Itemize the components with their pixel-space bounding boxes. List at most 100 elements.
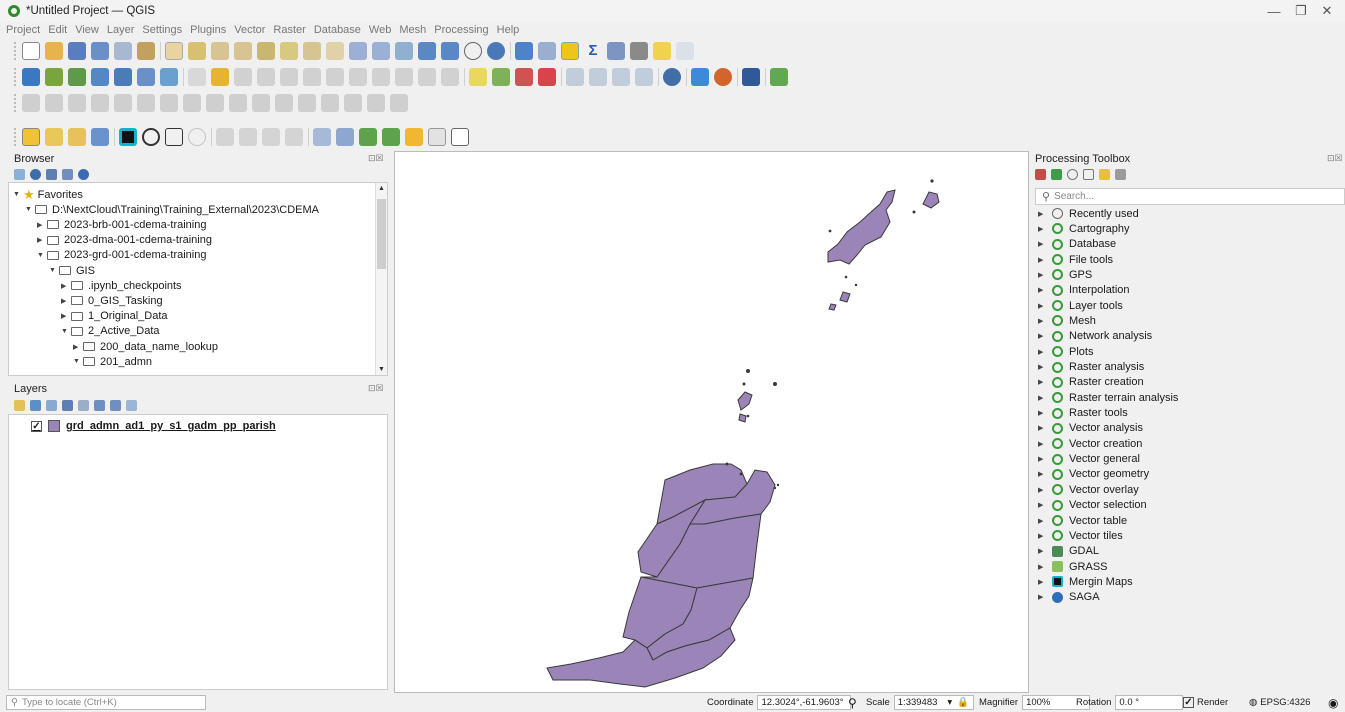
menu-plugins[interactable]: Plugins <box>190 24 226 36</box>
collapse-layers-icon[interactable] <box>110 400 121 411</box>
expand-arrow-icon[interactable]: ▶ <box>1038 378 1052 386</box>
layer-item[interactable]: ✓ grd_admn_ad1_py_s1_gadm_pp_parish <box>31 420 276 432</box>
add-group-icon[interactable] <box>30 400 41 411</box>
browser-tree-item[interactable]: ▶ 2023-dma-001-cdema-training <box>37 233 212 248</box>
toolbox-icon[interactable] <box>561 42 579 60</box>
manage-themes-icon[interactable] <box>46 400 57 411</box>
annotation-line-icon[interactable] <box>382 128 400 146</box>
expand-arrow-icon[interactable]: ▶ <box>1038 225 1052 233</box>
expand-arrow-icon[interactable]: ▶ <box>1038 302 1052 310</box>
qgis2web-icon[interactable] <box>770 68 788 86</box>
split-parts-icon[interactable] <box>321 94 339 112</box>
expand-arrow-icon[interactable]: ▶ <box>1038 593 1052 601</box>
delete-ring-icon[interactable] <box>183 94 201 112</box>
toolbox-item[interactable]: ▶ Raster terrain analysis <box>1038 390 1178 405</box>
collapse-arrow-icon[interactable]: ▶ <box>61 282 71 290</box>
refresh-browser-icon[interactable] <box>30 169 41 180</box>
merge-attributes-icon[interactable] <box>367 94 385 112</box>
style-icon[interactable] <box>14 400 25 411</box>
toolbox-item[interactable]: ▶ SAGA <box>1038 590 1100 605</box>
layers-panel-close-icon[interactable]: ⊡☒ <box>368 383 384 394</box>
rotation-field[interactable]: 0.0 ° <box>1115 695 1184 710</box>
layer-labeling-icon[interactable] <box>492 68 510 86</box>
sync-icon[interactable] <box>188 128 206 146</box>
field-calculator-icon[interactable] <box>607 42 625 60</box>
expand-arrow-icon[interactable]: ▼ <box>61 328 71 335</box>
toolbox-item[interactable]: ▶ Vector geometry <box>1038 467 1149 482</box>
zoom-native-icon[interactable] <box>326 42 344 60</box>
annotation-pointer-icon[interactable] <box>336 128 354 146</box>
filter-legend-icon[interactable] <box>62 400 73 411</box>
toolbox-item[interactable]: ▶ Plots <box>1038 344 1093 359</box>
add-plus-icon[interactable] <box>165 128 183 146</box>
expand-arrow-icon[interactable]: ▼ <box>49 267 59 274</box>
filter-expression-icon[interactable] <box>78 400 89 411</box>
map-tips-icon[interactable] <box>676 42 694 60</box>
scripts-icon[interactable] <box>1051 169 1062 180</box>
mergin-maps-icon[interactable] <box>119 128 137 146</box>
browser-tree-item[interactable]: ▼ 2_Active_Data <box>61 324 160 339</box>
render-toggle[interactable]: ✓ Render <box>1183 695 1228 710</box>
collapse-all-icon[interactable] <box>62 169 73 180</box>
expand-arrow-icon[interactable]: ▶ <box>1038 517 1052 525</box>
toolbox-item[interactable]: ▶ Mesh <box>1038 313 1096 328</box>
toolbox-item[interactable]: ▶ Network analysis <box>1038 329 1152 344</box>
menu-help[interactable]: Help <box>497 24 520 36</box>
mesh-reindex-icon[interactable] <box>285 128 303 146</box>
expand-arrow-icon[interactable]: ▶ <box>1038 547 1052 555</box>
close-button[interactable]: ✕ <box>1305 0 1345 22</box>
collapse-arrow-icon[interactable]: ▶ <box>61 312 71 320</box>
toolbox-item[interactable]: ▶ GRASS <box>1038 559 1108 574</box>
browser-scrollbar[interactable]: ▲ ▼ <box>375 183 387 375</box>
annotation-icon[interactable] <box>653 42 671 60</box>
advanced-digitizing-icon[interactable] <box>22 94 40 112</box>
add-raster-icon[interactable] <box>68 68 86 86</box>
deselect-icon[interactable] <box>91 128 109 146</box>
shape-digitize-icon[interactable] <box>45 94 63 112</box>
style-manager-icon[interactable] <box>137 42 155 60</box>
menu-view[interactable]: View <box>75 24 99 36</box>
new-project-icon[interactable] <box>22 42 40 60</box>
layers-list[interactable]: ✓ grd_admn_ad1_py_s1_gadm_pp_parish <box>8 414 388 690</box>
expand-arrow-icon[interactable]: ▶ <box>1038 240 1052 248</box>
expand-arrow-icon[interactable]: ▶ <box>1038 348 1052 356</box>
menu-processing[interactable]: Processing <box>434 24 488 36</box>
expand-arrow-icon[interactable]: ▶ <box>1038 271 1052 279</box>
bookmark-icon[interactable] <box>418 42 436 60</box>
expand-arrow-icon[interactable]: ▶ <box>1038 501 1052 509</box>
expand-arrow-icon[interactable]: ▼ <box>37 252 47 259</box>
toolbox-panel-close-icon[interactable]: ⊡☒ <box>1327 153 1343 164</box>
toolbox-item[interactable]: ▶ Vector table <box>1038 513 1127 528</box>
cut-features-icon[interactable] <box>349 68 367 86</box>
properties-icon[interactable] <box>78 169 89 180</box>
add-layer-icon[interactable] <box>14 169 25 180</box>
add-virtual-icon[interactable] <box>137 68 155 86</box>
toolbox-item[interactable]: ▶ GDAL <box>1038 544 1099 559</box>
select-by-value-icon[interactable] <box>45 128 63 146</box>
mesh-transform-icon[interactable] <box>239 128 257 146</box>
expand-arrow-icon[interactable]: ▼ <box>25 206 35 213</box>
data-source-manager-icon[interactable] <box>22 68 40 86</box>
browser-tree-item[interactable]: ▼ ★ Favorites <box>13 187 83 202</box>
expand-arrow-icon[interactable]: ▶ <box>1038 332 1052 340</box>
collapse-arrow-icon[interactable]: ▶ <box>61 297 71 305</box>
pan-to-selection-icon[interactable] <box>188 42 206 60</box>
merge-features-icon[interactable] <box>344 94 362 112</box>
delete-selected-icon[interactable] <box>326 68 344 86</box>
collapse-arrow-icon[interactable]: ▶ <box>73 343 83 351</box>
reverse-line-icon[interactable] <box>275 94 293 112</box>
browser-panel-close-icon[interactable]: ⊡☒ <box>368 153 384 164</box>
open-project-icon[interactable] <box>45 42 63 60</box>
toolbox-item[interactable]: ▶ Raster analysis <box>1038 360 1144 375</box>
globe-plugin-icon[interactable] <box>714 68 732 86</box>
menu-settings[interactable]: Settings <box>142 24 182 36</box>
save-as-icon[interactable] <box>91 42 109 60</box>
zoom-in-icon[interactable] <box>211 42 229 60</box>
toolbox-item[interactable]: ▶ Vector tiles <box>1038 528 1123 543</box>
add-vector-icon[interactable] <box>45 68 63 86</box>
expand-arrow-icon[interactable]: ▶ <box>1038 578 1052 586</box>
remove-layer-icon[interactable] <box>126 400 137 411</box>
add-part-icon[interactable] <box>137 94 155 112</box>
menu-vector[interactable]: Vector <box>234 24 265 36</box>
rotate-symbols-icon[interactable] <box>390 94 408 112</box>
